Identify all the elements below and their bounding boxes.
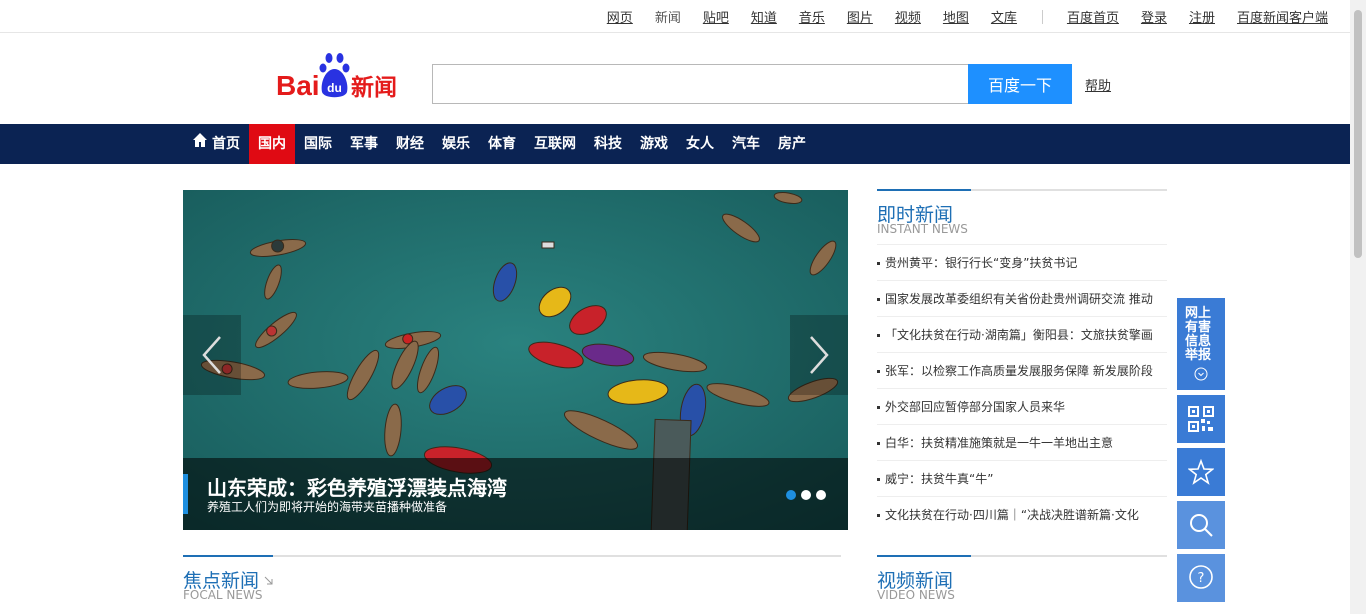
toplink-wenku[interactable]: 文库 xyxy=(991,7,1017,26)
home-icon xyxy=(192,124,208,164)
search-bar: 百度一下 xyxy=(432,64,1072,104)
corner-arrow-icon xyxy=(264,576,273,585)
toplink-music[interactable]: 音乐 xyxy=(799,7,825,26)
nav-item-games[interactable]: 游戏 xyxy=(631,124,677,164)
news-app-link[interactable]: 百度新闻客户端 xyxy=(1237,7,1328,26)
carousel-dot[interactable] xyxy=(801,490,811,500)
caption-accent xyxy=(183,474,188,514)
help-link[interactable]: 帮助 xyxy=(1085,75,1111,94)
channel-nav: 首页 国内 国际 军事 财经 娱乐 体育 互联网 科技 游戏 女人 汽车 房产 xyxy=(0,124,1350,164)
side-toolbar: 网上有害信息举报 ? xyxy=(1177,298,1225,607)
svg-text:新闻: 新闻 xyxy=(351,74,397,101)
carousel-title[interactable]: 山东荣成：彩色养殖浮漂装点海湾 xyxy=(207,472,507,501)
qr-code-icon xyxy=(1188,406,1214,432)
carousel-next-button[interactable] xyxy=(790,315,848,395)
carousel-prev-button[interactable] xyxy=(183,315,241,395)
list-item[interactable]: 「文化扶贫在行动·湖南篇」衡阳县：文旅扶贫擎画 xyxy=(877,316,1167,352)
carousel-caption[interactable]: 山东荣成：彩色养殖浮漂装点海湾 养殖工人们为即将开始的海带夹苗播种做准备 xyxy=(183,458,848,530)
report-harmful-info-button[interactable]: 网上有害信息举报 xyxy=(1177,298,1225,390)
nav-item-sports[interactable]: 体育 xyxy=(479,124,525,164)
toplink-video[interactable]: 视频 xyxy=(895,7,921,26)
video-news-divider xyxy=(877,555,1167,557)
instant-news-subtitle: INSTANT NEWS xyxy=(877,222,968,236)
nav-item-women[interactable]: 女人 xyxy=(677,124,723,164)
instant-news-divider xyxy=(877,189,1167,191)
toplink-news[interactable]: 新闻 xyxy=(655,7,681,26)
list-item[interactable]: 张军：以检察工作高质量发展服务保障 新发展阶段 xyxy=(877,352,1167,388)
search-icon xyxy=(1190,514,1213,537)
chevron-right-icon xyxy=(810,336,829,374)
page-scrollbar[interactable] xyxy=(1350,0,1366,614)
nav-item-finance[interactable]: 财经 xyxy=(387,124,433,164)
toplink-images[interactable]: 图片 xyxy=(847,7,873,26)
chevron-left-icon xyxy=(202,336,221,374)
logo-graphic: Bai du 新闻 xyxy=(276,53,397,101)
nav-item-entertainment[interactable]: 娱乐 xyxy=(433,124,479,164)
list-item[interactable]: 威宁：扶贫牛真“牛” xyxy=(877,460,1167,496)
carousel-dots xyxy=(781,490,826,500)
list-item[interactable]: 贵州黄平：银行行长“变身”扶贫书记 xyxy=(877,244,1167,280)
top-divider xyxy=(1041,9,1043,24)
scrollbar-thumb[interactable] xyxy=(1354,10,1362,258)
list-item[interactable]: 白华：扶贫精准施策就是一牛一羊地出主意 xyxy=(877,424,1167,460)
nav-item-house[interactable]: 房产 xyxy=(769,124,815,164)
nav-item-domestic[interactable]: 国内 xyxy=(249,124,295,164)
favorite-button[interactable] xyxy=(1177,448,1225,496)
toplink-tieba[interactable]: 贴吧 xyxy=(703,7,729,26)
list-item[interactable]: 国家发展改革委组织有关省份赴贵州调研交流 推动 xyxy=(877,280,1167,316)
nav-item-military[interactable]: 军事 xyxy=(341,124,387,164)
list-item[interactable]: 文化扶贫在行动·四川篇｜“决战决胜谱新篇·文化 xyxy=(877,496,1167,532)
register-link[interactable]: 注册 xyxy=(1189,7,1215,26)
chevron-down-circle-icon xyxy=(1194,367,1208,381)
feedback-button[interactable]: ? xyxy=(1177,554,1225,602)
svg-text:?: ? xyxy=(1198,571,1205,586)
search-input[interactable] xyxy=(432,64,968,104)
svg-text:Bai: Bai xyxy=(276,70,320,101)
nav-item-internet[interactable]: 互联网 xyxy=(525,124,585,164)
carousel-dot[interactable] xyxy=(816,490,826,500)
top-bar: 网页 新闻 贴吧 知道 音乐 图片 视频 地图 文库 百度首页 登录 注册 百度… xyxy=(0,0,1350,33)
focal-news-divider xyxy=(183,555,841,557)
qr-code-button[interactable] xyxy=(1177,395,1225,443)
toplink-baidu-home[interactable]: 百度首页 xyxy=(1067,7,1119,26)
help-bubble-icon: ? xyxy=(1189,565,1213,589)
toplink-map[interactable]: 地图 xyxy=(943,7,969,26)
video-news-subtitle: VIDEO NEWS xyxy=(877,588,955,602)
baidu-news-logo[interactable]: Bai du 新闻 xyxy=(276,52,416,102)
nav-item-home[interactable]: 首页 xyxy=(183,124,249,164)
carousel-subtitle: 养殖工人们为即将开始的海带夹苗播种做准备 xyxy=(207,500,448,514)
instant-news-list: 贵州黄平：银行行长“变身”扶贫书记 国家发展改革委组织有关省份赴贵州调研交流 推… xyxy=(877,244,1167,532)
toplink-zhidao[interactable]: 知道 xyxy=(751,7,777,26)
nav-item-international[interactable]: 国际 xyxy=(295,124,341,164)
nav-item-auto[interactable]: 汽车 xyxy=(723,124,769,164)
report-label: 网上有害信息举报 xyxy=(1185,306,1212,363)
focal-news-subtitle: FOCAL NEWS xyxy=(183,588,263,602)
nav-item-tech[interactable]: 科技 xyxy=(585,124,631,164)
headline-carousel[interactable]: 山东荣成：彩色养殖浮漂装点海湾 养殖工人们为即将开始的海带夹苗播种做准备 xyxy=(183,190,848,530)
toplink-web[interactable]: 网页 xyxy=(607,7,633,26)
search-button[interactable]: 百度一下 xyxy=(968,64,1072,104)
nav-item-label: 首页 xyxy=(212,136,240,152)
carousel-dot[interactable] xyxy=(786,490,796,500)
top-links: 网页 新闻 贴吧 知道 音乐 图片 视频 地图 文库 百度首页 登录 注册 百度… xyxy=(585,7,1328,26)
search-float-button[interactable] xyxy=(1177,501,1225,549)
list-item[interactable]: 外交部回应暂停部分国家人员来华 xyxy=(877,388,1167,424)
star-icon xyxy=(1188,459,1214,485)
svg-text:du: du xyxy=(327,81,342,95)
login-link[interactable]: 登录 xyxy=(1141,7,1167,26)
